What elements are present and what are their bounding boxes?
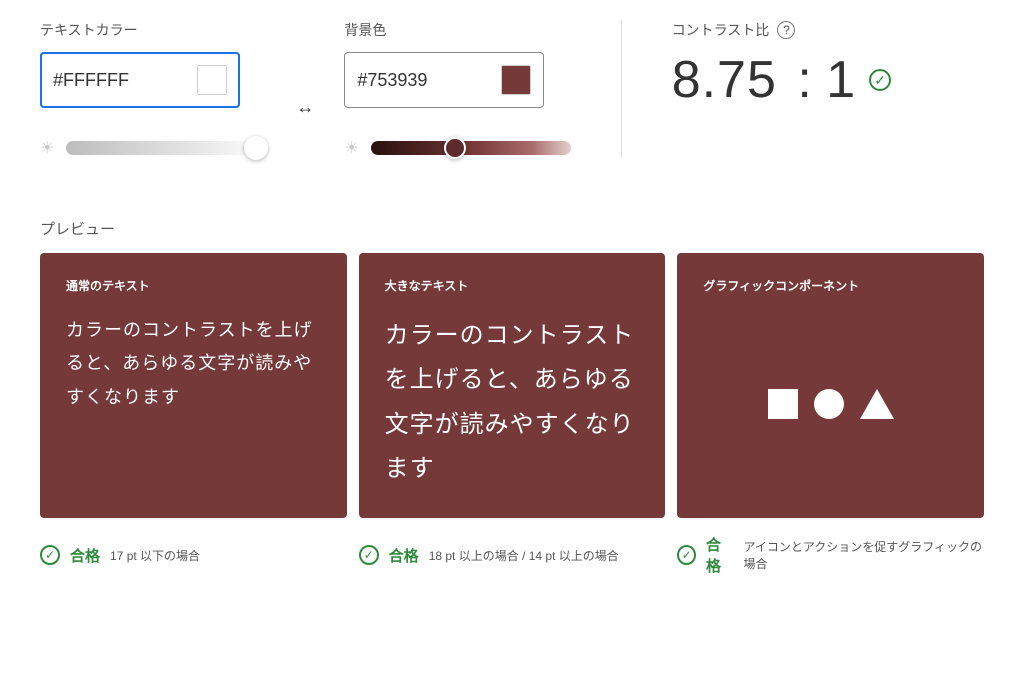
card-graphic: グラフィックコンポーネント [677, 253, 984, 518]
card-desc: アイコンとアクションを促すグラフィックの場合 [744, 538, 985, 572]
pass-label: 合格 [389, 545, 419, 566]
text-color-input[interactable]: #FFFFFF [40, 52, 240, 108]
check-icon: ✓ [677, 545, 696, 565]
check-icon: ✓ [40, 545, 60, 565]
slider-knob[interactable] [444, 137, 466, 159]
card-footer-normal: ✓ 合格 17 pt 以下の場合 [40, 534, 347, 576]
text-color-label: テキストカラー [40, 20, 266, 40]
contrast-ratio-value: 8.75 : 1 [672, 50, 855, 110]
swap-colors-icon[interactable]: ↔ [296, 97, 314, 118]
bg-color-swatch[interactable] [501, 65, 531, 95]
card-normal-text: 通常のテキスト カラーのコントラストを上げると、あらゆる文字が読みやすくなります [40, 253, 347, 518]
pass-label: 合格 [706, 534, 734, 576]
circle-icon [814, 389, 844, 419]
card-footers: ✓ 合格 17 pt 以下の場合 ✓ 合格 18 pt 以上の場合 / 14 p… [40, 534, 984, 576]
text-color-hex: #FFFFFF [53, 70, 129, 91]
preview-label: プレビュー [40, 218, 984, 239]
card-body: カラーのコントラストを上げると、あらゆる文字が読みやすくなります [66, 314, 321, 414]
square-icon [768, 389, 798, 419]
contrast-ratio-suffix: : 1 [783, 51, 855, 109]
bg-color-column: 背景色 #753939 ☀ [344, 20, 570, 158]
contrast-ratio-column: コントラスト比 ? 8.75 : 1 ✓ [672, 20, 932, 158]
contrast-ratio-number: 8.75 [672, 51, 777, 109]
check-icon: ✓ [869, 69, 891, 91]
card-footer-graphic: ✓ 合格 アイコンとアクションを促すグラフィックの場合 [677, 534, 984, 576]
sun-icon: ☀ [40, 138, 54, 158]
bg-color-label: 背景色 [344, 20, 570, 40]
check-icon: ✓ [359, 545, 379, 565]
pass-label: 合格 [70, 545, 100, 566]
slider-knob[interactable] [244, 136, 268, 160]
help-icon[interactable]: ? [777, 21, 795, 39]
text-color-row: #FFFFFF [40, 52, 266, 108]
preview-cards: 通常のテキスト カラーのコントラストを上げると、あらゆる文字が読みやすくなります… [40, 253, 984, 518]
card-desc: 17 pt 以下の場合 [110, 547, 200, 564]
contrast-ratio-label: コントラスト比 [672, 20, 770, 40]
card-large-text: 大きなテキスト カラーのコントラストを上げると、あらゆる文字が読みやすくなります [359, 253, 666, 518]
controls-row: テキストカラー #FFFFFF ☀ ↔ 背景色 #7 [40, 20, 984, 158]
text-lightness-slider-wrap: ☀ [40, 138, 266, 158]
contrast-ratio-value-row: 8.75 : 1 ✓ [672, 50, 932, 110]
card-label: 大きなテキスト [385, 277, 640, 294]
sun-icon: ☀ [344, 138, 358, 158]
text-color-column: テキストカラー #FFFFFF ☀ [40, 20, 266, 158]
card-label: 通常のテキスト [66, 277, 321, 294]
card-label: グラフィックコンポーネント [703, 277, 958, 294]
bg-lightness-slider[interactable] [371, 141, 571, 155]
divider [621, 20, 622, 158]
text-color-swatch[interactable] [197, 65, 227, 95]
contrast-ratio-label-row: コントラスト比 ? [672, 20, 932, 40]
card-footer-large: ✓ 合格 18 pt 以上の場合 / 14 pt 以上の場合 [359, 534, 666, 576]
card-body: カラーのコントラストを上げると、あらゆる文字が読みやすくなります [385, 314, 640, 492]
card-body-shapes [703, 314, 958, 494]
card-desc: 18 pt 以上の場合 / 14 pt 以上の場合 [429, 547, 619, 564]
bg-color-input[interactable]: #753939 [344, 52, 544, 108]
contrast-checker: テキストカラー #FFFFFF ☀ ↔ 背景色 #7 [0, 0, 1024, 616]
bg-color-row: #753939 [344, 52, 570, 108]
text-lightness-slider[interactable] [66, 141, 266, 155]
bg-lightness-slider-wrap: ☀ [344, 138, 570, 158]
triangle-icon [860, 389, 894, 419]
bg-color-hex: #753939 [357, 70, 427, 91]
